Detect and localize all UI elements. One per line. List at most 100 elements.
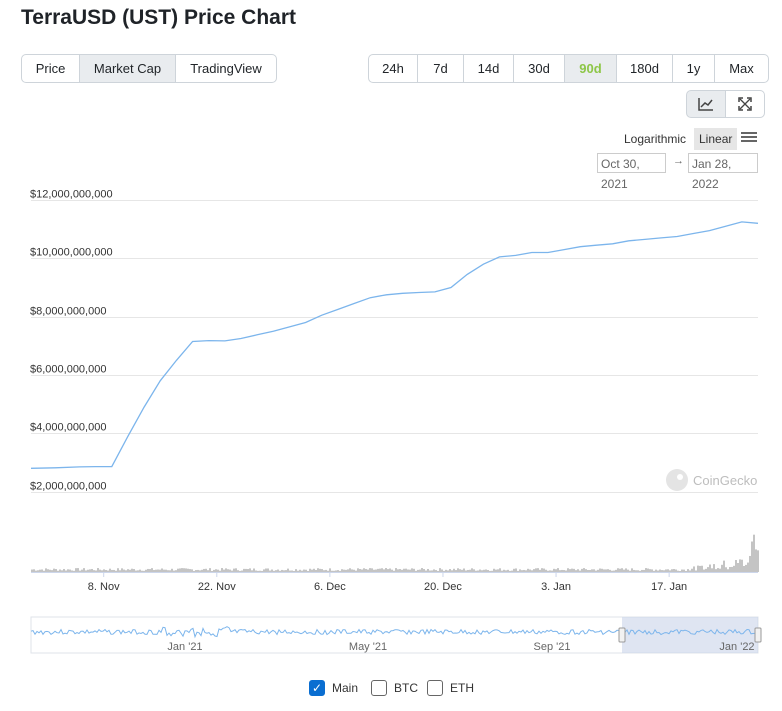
volume-bar xyxy=(151,568,153,572)
volume-bar xyxy=(31,569,33,572)
volume-bar xyxy=(163,569,165,572)
volume-bar xyxy=(199,570,201,572)
volume-bar xyxy=(233,568,235,572)
volume-bar xyxy=(357,568,359,572)
volume-bar xyxy=(169,570,171,572)
volume-bar xyxy=(119,570,121,572)
volume-bar xyxy=(395,568,397,572)
volume-bar xyxy=(437,570,439,572)
volume-bar xyxy=(655,569,657,572)
volume-bar xyxy=(197,569,199,572)
x-tick-label: 3. Jan xyxy=(541,581,571,593)
volume-bar xyxy=(159,569,161,572)
volume-bar xyxy=(191,569,193,572)
volume-bar xyxy=(251,570,253,572)
volume-bar xyxy=(429,570,431,572)
volume-bar xyxy=(699,565,701,572)
volume-bar xyxy=(623,569,625,572)
volume-bar xyxy=(637,570,639,572)
volume-bar xyxy=(603,569,605,572)
main-series-checkbox[interactable]: ✓ Main xyxy=(309,680,358,696)
btc-series-label: BTC xyxy=(394,681,418,695)
volume-bar xyxy=(705,568,707,572)
x-tick-label: 20. Dec xyxy=(424,581,462,593)
volume-bar xyxy=(393,570,395,572)
volume-bar xyxy=(709,564,711,572)
volume-bar xyxy=(183,568,185,572)
volume-bar xyxy=(677,570,679,572)
volume-bar xyxy=(311,569,313,572)
volume-bar xyxy=(567,568,569,572)
volume-bar xyxy=(341,569,343,572)
volume-bar xyxy=(367,569,369,572)
volume-bar xyxy=(371,568,373,572)
volume-bar xyxy=(573,568,575,572)
volume-bar xyxy=(301,570,303,572)
volume-bar xyxy=(321,569,323,572)
volume-bar xyxy=(421,568,423,572)
eth-series-checkbox[interactable]: ETH xyxy=(427,680,474,696)
volume-bar xyxy=(519,569,521,572)
volume-bar xyxy=(93,570,95,572)
volume-bar xyxy=(223,569,225,572)
volume-bar xyxy=(445,569,447,572)
volume-bar xyxy=(561,569,563,572)
volume-bar xyxy=(607,569,609,572)
volume-bar xyxy=(249,568,251,572)
volume-bar xyxy=(137,570,139,572)
volume-bar xyxy=(639,570,641,572)
volume-bar xyxy=(645,568,647,572)
volume-bar xyxy=(305,569,307,572)
volume-bar xyxy=(99,569,101,572)
volume-bar xyxy=(133,569,135,572)
volume-bar xyxy=(277,569,279,572)
x-tick-label: 17. Jan xyxy=(651,581,687,593)
volume-bar xyxy=(523,569,525,572)
volume-bar xyxy=(225,568,227,572)
volume-bar xyxy=(231,570,233,572)
volume-bar xyxy=(365,568,367,572)
volume-bar xyxy=(713,564,715,572)
volume-bar xyxy=(241,570,243,572)
volume-bar xyxy=(399,569,401,572)
volume-bar xyxy=(101,570,103,572)
volume-bar xyxy=(195,570,197,572)
volume-bar xyxy=(387,569,389,572)
navigator-left-handle[interactable] xyxy=(618,627,626,643)
navigator-right-handle[interactable] xyxy=(754,627,762,643)
volume-bar xyxy=(121,568,123,572)
volume-bar xyxy=(461,569,463,572)
volume-bar xyxy=(77,568,79,572)
volume-bar xyxy=(381,568,383,572)
volume-bar xyxy=(147,568,149,572)
volume-bar xyxy=(717,568,719,572)
volume-bar xyxy=(679,570,681,572)
volume-bar xyxy=(685,570,687,572)
volume-bar xyxy=(605,569,607,572)
volume-bar xyxy=(557,568,559,572)
checkbox-checked-icon: ✓ xyxy=(309,680,325,696)
navigator-tick-label: Sep '21 xyxy=(534,641,571,653)
volume-bar xyxy=(149,569,151,572)
btc-series-checkbox[interactable]: BTC xyxy=(371,680,418,696)
navigator[interactable]: Jan '21 May '21 Sep '21 Jan '22 xyxy=(30,616,762,654)
volume-bar xyxy=(509,570,511,572)
y-tick-label: $4,000,000,000 xyxy=(30,422,106,434)
volume-bar xyxy=(585,569,587,572)
volume-bar xyxy=(215,569,217,572)
volume-bar xyxy=(661,570,663,572)
volume-bar xyxy=(447,570,449,572)
volume-bar xyxy=(467,569,469,572)
volume-bar xyxy=(485,569,487,572)
volume-bar xyxy=(749,555,751,572)
watermark-text: CoinGecko xyxy=(693,473,757,488)
volume-bar xyxy=(325,569,327,572)
volume-bar xyxy=(725,567,727,572)
volume-bar xyxy=(145,569,147,572)
volume-bar xyxy=(109,568,111,572)
volume-bar xyxy=(107,570,109,572)
volume-bar xyxy=(559,570,561,572)
volume-bar xyxy=(495,569,497,572)
volume-bar xyxy=(553,568,555,572)
volume-bar xyxy=(205,568,207,572)
